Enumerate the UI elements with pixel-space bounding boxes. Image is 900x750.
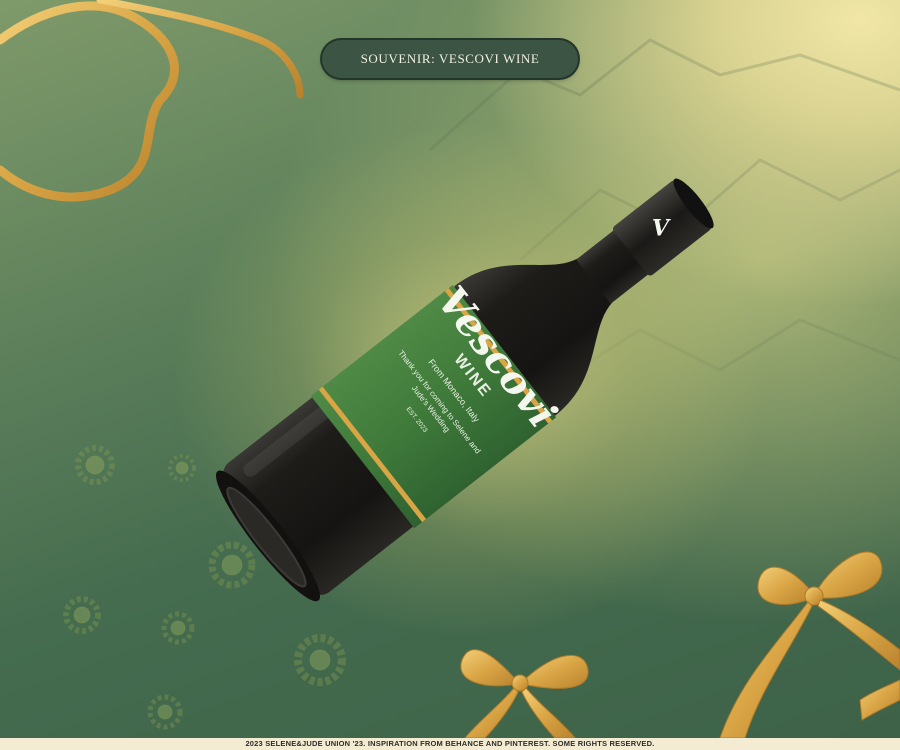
cap-monogram: V: [652, 215, 671, 241]
background-scene: V Vescovi WINE From Monaco, Italy Thank …: [0, 0, 900, 738]
footer-credits: 2023 SELENE&JUDE UNION '23. INSPIRATION …: [0, 738, 900, 750]
svg-text:V: V: [652, 215, 671, 241]
page-title: SOUVENIR: VESCOVI WINE: [322, 40, 578, 78]
wine-bottle: V Vescovi WINE From Monaco, Italy Thank …: [215, 178, 714, 602]
